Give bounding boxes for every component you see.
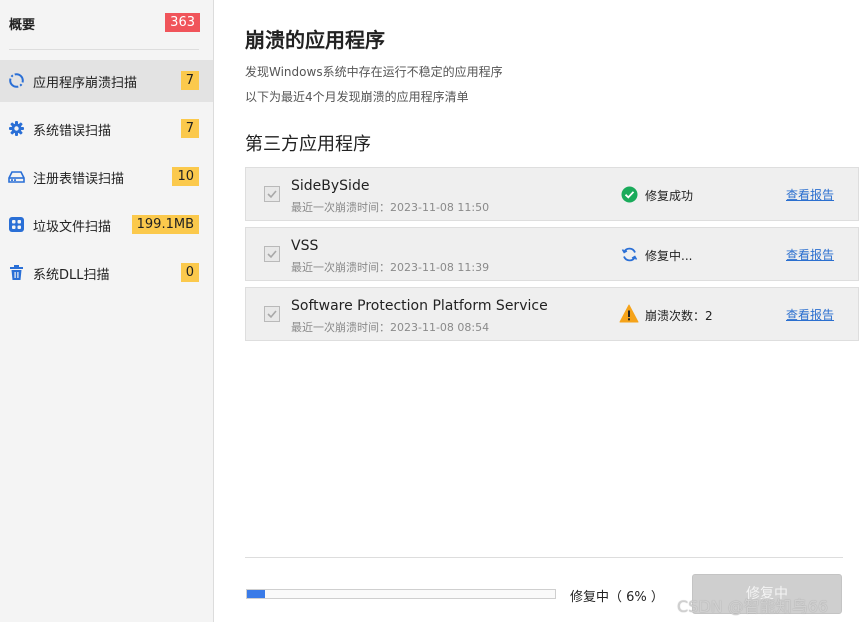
app-row: SideBySide 最近一次崩溃时间：2023-11-08 11:50 修复成… — [245, 167, 859, 221]
page-title: 崩溃的应用程序 — [245, 28, 385, 52]
crash-count-status: 崩溃次数：2 — [645, 309, 713, 323]
footer-divider — [245, 557, 843, 558]
description-line-1: 发现Windows系统中存在运行不稳定的应用程序 — [245, 65, 503, 79]
crash-time: 最近一次崩溃时间：2023-11-08 11:39 — [291, 261, 490, 274]
view-report-link[interactable]: 查看报告 — [786, 306, 834, 323]
view-report-link[interactable]: 查看报告 — [786, 186, 834, 203]
sidebar: 概要 363 应用程序崩溃扫描 7 系统错误扫描 7 注册表错误扫描 10 垃圾… — [0, 0, 214, 622]
repair-status: 修复中... — [645, 249, 693, 263]
count-badge: 199.1MB — [131, 215, 199, 234]
crash-time: 最近一次崩溃时间：2023-11-08 11:50 — [291, 201, 490, 214]
sidebar-item-system-error-scan[interactable]: 系统错误扫描 7 — [0, 108, 213, 150]
app-name: SideBySide — [291, 178, 370, 194]
repair-status: 修复成功 — [645, 189, 694, 203]
overview-title: 概要 — [9, 18, 36, 33]
sidebar-divider — [9, 49, 199, 50]
sidebar-item-label: 系统错误扫描 — [33, 124, 112, 139]
check-circle-icon — [621, 186, 638, 203]
count-badge: 0 — [180, 263, 199, 282]
warning-icon — [619, 304, 639, 324]
description-line-2: 以下为最近4个月发现崩溃的应用程序清单 — [245, 90, 469, 104]
section-title: 第三方应用程序 — [245, 134, 371, 155]
overview-header[interactable]: 概要 363 — [0, 0, 214, 48]
app-row: Software Protection Platform Service 最近一… — [245, 287, 859, 341]
refresh-circle-icon — [8, 72, 25, 89]
count-badge: 7 — [180, 71, 199, 90]
app-name: Software Protection Platform Service — [291, 298, 548, 314]
progress-fill — [247, 590, 265, 598]
app-row: VSS 最近一次崩溃时间：2023-11-08 11:39 修复中... 查看报… — [245, 227, 859, 281]
sidebar-item-dll-scan[interactable]: 系统DLL扫描 0 — [0, 252, 213, 294]
view-report-link[interactable]: 查看报告 — [786, 246, 834, 263]
count-badge: 10 — [172, 167, 199, 186]
main-panel: 崩溃的应用程序 发现Windows系统中存在运行不稳定的应用程序 以下为最近4个… — [215, 0, 867, 622]
progress-text: 修复中（ 6% ） — [570, 590, 664, 605]
count-badge: 7 — [180, 119, 199, 138]
app-checkbox[interactable] — [264, 246, 280, 262]
watermark: CSDN @智能知鸟66 — [677, 597, 829, 616]
app-checkbox[interactable] — [264, 306, 280, 322]
app-checkbox[interactable] — [264, 186, 280, 202]
sidebar-item-label: 垃圾文件扫描 — [33, 220, 112, 235]
drive-icon — [8, 168, 25, 185]
sidebar-item-registry-scan[interactable]: 注册表错误扫描 10 — [0, 156, 213, 198]
app-name: VSS — [291, 238, 319, 254]
grid-apps-icon — [8, 216, 25, 233]
sidebar-item-label: 注册表错误扫描 — [33, 172, 125, 187]
sync-icon — [621, 246, 638, 263]
trash-icon — [8, 264, 25, 281]
repair-progress-bar — [246, 589, 556, 599]
sidebar-item-junk-file-scan[interactable]: 垃圾文件扫描 199.1MB — [0, 204, 213, 246]
crash-time: 最近一次崩溃时间：2023-11-08 08:54 — [291, 321, 490, 334]
sidebar-item-label: 系统DLL扫描 — [33, 268, 110, 283]
sidebar-item-app-crash-scan[interactable]: 应用程序崩溃扫描 7 — [0, 60, 213, 102]
sidebar-item-label: 应用程序崩溃扫描 — [33, 76, 138, 91]
total-issues-badge: 363 — [165, 13, 200, 32]
gear-icon — [8, 120, 25, 137]
